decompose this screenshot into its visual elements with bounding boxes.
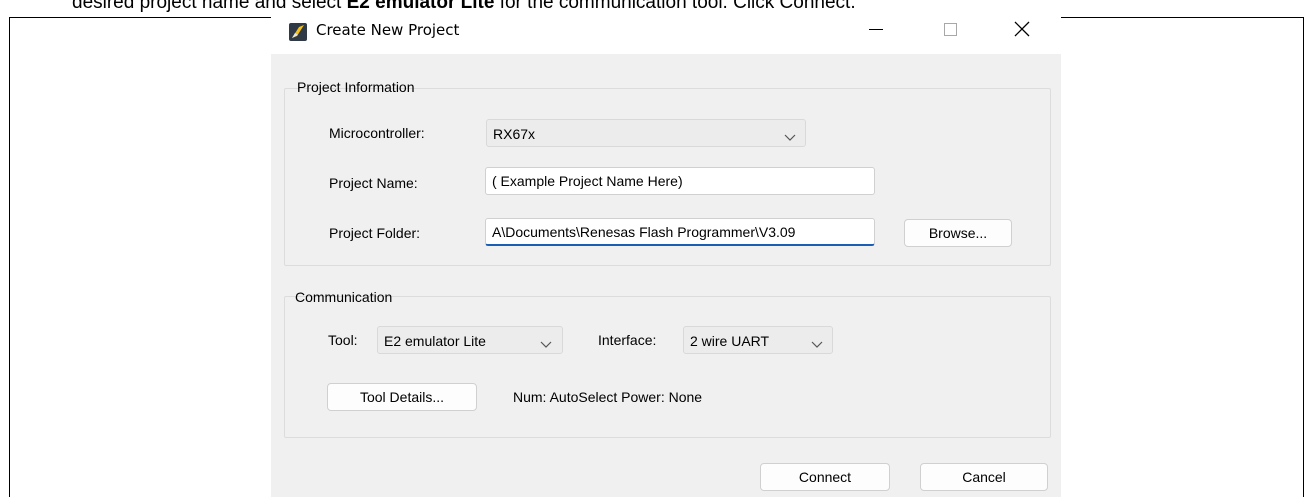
chevron-down-icon	[811, 336, 823, 352]
project-information-label: Project Information	[297, 79, 415, 95]
chevron-down-icon	[784, 129, 796, 145]
document-frame-left	[9, 17, 10, 497]
tool-select[interactable]: E2 emulator Lite	[377, 326, 563, 354]
title-bar[interactable]: Create New Project	[271, 10, 1061, 54]
project-folder-label: Project Folder:	[329, 225, 421, 241]
connect-button[interactable]: Connect	[760, 463, 890, 491]
communication-group	[284, 296, 1051, 438]
window-title: Create New Project	[316, 21, 460, 39]
tool-details-button[interactable]: Tool Details...	[327, 383, 477, 411]
interface-select[interactable]: 2 wire UART	[683, 326, 833, 354]
cancel-button[interactable]: Cancel	[920, 463, 1048, 491]
interface-label: Interface:	[598, 332, 657, 348]
microcontroller-label: Microcontroller:	[329, 125, 425, 141]
tool-label: Tool:	[328, 332, 358, 348]
renesas-flash-programmer-icon	[289, 23, 307, 41]
tool-status-text: Num: AutoSelect Power: None	[513, 389, 703, 405]
maximize-icon[interactable]	[927, 10, 973, 50]
microcontroller-select[interactable]: RX67x	[486, 119, 806, 147]
minimize-icon[interactable]	[853, 10, 899, 50]
browse-button[interactable]: Browse...	[904, 219, 1012, 247]
create-project-dialog: Create New Project Project Information M…	[271, 10, 1061, 497]
project-folder-value: A\Documents\Renesas Flash Programmer\V3.…	[492, 224, 796, 240]
chevron-down-icon	[540, 336, 552, 352]
close-icon[interactable]	[998, 10, 1044, 50]
project-name-input[interactable]: ( Example Project Name Here)	[485, 167, 875, 195]
document-frame-right	[1303, 17, 1304, 497]
tool-value: E2 emulator Lite	[384, 333, 486, 349]
project-folder-input[interactable]: A\Documents\Renesas Flash Programmer\V3.…	[485, 218, 875, 246]
microcontroller-value: RX67x	[493, 126, 536, 142]
communication-label: Communication	[295, 289, 393, 305]
project-name-label: Project Name:	[329, 175, 418, 191]
project-name-value: ( Example Project Name Here)	[492, 173, 683, 189]
interface-value: 2 wire UART	[690, 333, 770, 349]
